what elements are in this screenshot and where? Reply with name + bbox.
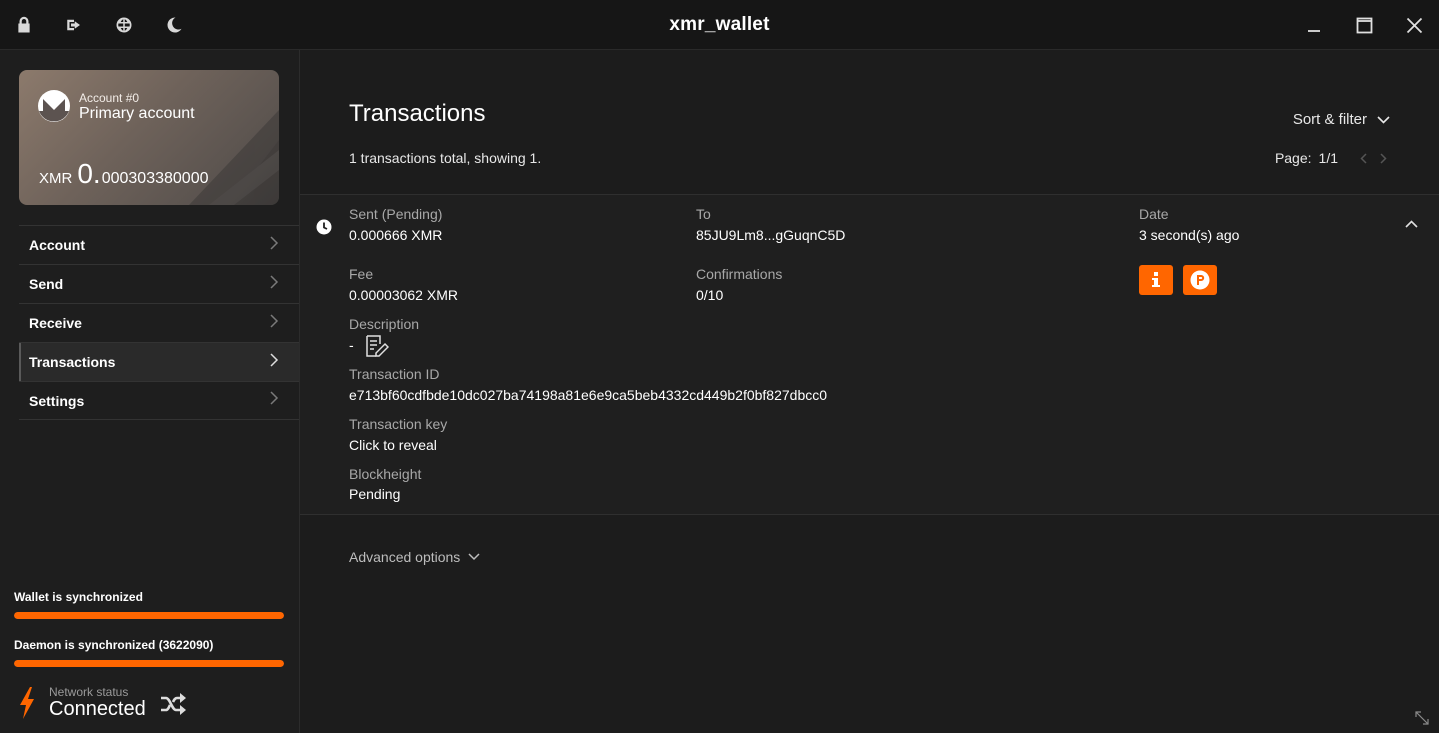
minimize-icon [1308,30,1320,32]
tx-blockheight-value: Pending [349,486,401,502]
chevron-right-icon [269,391,279,410]
balance-unit: XMR [39,170,73,187]
info-icon [1152,272,1160,287]
sidebar-item-send[interactable]: Send [19,264,299,303]
resize-grip-icon[interactable] [1415,711,1429,725]
chevron-down-icon [468,553,480,561]
shuffle-icon[interactable] [160,693,186,715]
daemon-sync-fill [14,660,284,667]
account-card[interactable]: Account #0 Primary account XMR 0. 000303… [19,70,279,205]
chevron-right-icon [269,313,279,333]
wallet-sync-progress [14,612,284,619]
maximize-button[interactable] [1351,12,1377,38]
close-button[interactable] [1401,12,1427,38]
tx-confirmations-value: 0/10 [696,287,724,303]
account-number: Account #0 [79,91,140,105]
tx-date-value: 3 second(s) ago [1139,227,1240,243]
tx-id-value[interactable]: e713bf60cdfbde10dc027ba74198a81e6e9ca5be… [349,387,827,403]
pagination: Page: 1/1 [1275,150,1390,166]
chevron-up-icon [1405,220,1418,228]
main-content: Transactions Sort & filter 1 transaction… [300,50,1439,733]
sidebar-menu: Account Send Receive Transactions Settin… [19,225,299,420]
collapse-button[interactable] [1405,215,1421,228]
sidebar-item-label: Transactions [29,354,116,370]
daemon-sync-label: Daemon is synchronized (3622090) [14,638,214,652]
chevron-right-icon [1379,152,1387,164]
sidebar-item-label: Settings [29,392,85,409]
sidebar-item-receive[interactable]: Receive [19,303,299,342]
network-status-label: Network status [49,685,129,699]
page-value: 1/1 [1318,150,1338,166]
close-icon [1406,17,1422,33]
sidebar-item-label: Receive [29,315,82,331]
prev-page-button[interactable] [1356,151,1370,165]
balance-decimals: 000303380000 [101,170,209,187]
wallet-sync-fill [14,612,284,619]
tx-blockheight-label: Blockheight [349,466,422,482]
daemon-sync-progress [14,660,284,667]
sidebar: Account #0 Primary account XMR 0. 000303… [0,50,300,733]
lightning-icon [20,687,34,719]
transaction-row[interactable]: Sent (Pending) 0.000666 XMR To 85JU9Lm8.… [300,194,1439,515]
wallet-sync-label: Wallet is synchronized [14,590,143,604]
tx-proof-button[interactable] [1183,265,1217,295]
sort-filter-button[interactable]: Sort & filter [1293,111,1390,128]
tx-to-label: To [696,206,711,222]
tx-key-label: Transaction key [349,416,448,432]
account-balance: XMR 0. 000303380000 [39,158,208,190]
tx-fee-value: 0.00003062 XMR [349,287,458,303]
tx-description-value: - [349,337,354,353]
clock-icon [316,219,332,235]
chevron-down-icon [1377,115,1390,124]
advanced-options-toggle[interactable]: Advanced options [349,549,480,565]
monero-logo-icon [38,90,70,122]
sort-filter-label: Sort & filter [1292,111,1367,128]
tx-key-reveal[interactable]: Click to reveal [349,437,437,453]
tx-date-label: Date [1139,206,1169,222]
advanced-options-label: Advanced options [349,549,461,565]
page-title: Transactions [349,100,486,127]
chevron-right-icon [269,274,279,294]
tx-confirmations-label: Confirmations [696,266,783,282]
page-label: Page: [1274,150,1312,166]
app-title: xmr_wallet [669,14,770,35]
tx-details-button[interactable] [1139,265,1173,295]
proof-p-icon [1190,270,1210,290]
minimize-button[interactable] [1301,12,1327,38]
tx-id-label: Transaction ID [349,366,440,382]
network-status-value: Connected [49,698,146,720]
sidebar-item-label: Send [29,276,64,292]
tx-type-label: Sent (Pending) [349,206,443,222]
sidebar-item-settings[interactable]: Settings [19,381,299,420]
maximize-icon [1356,17,1372,33]
tx-description-label: Description [349,316,420,332]
account-name: Primary account [79,105,195,122]
tx-amount: 0.000666 XMR [349,227,443,243]
balance-integer: 0. [77,158,101,189]
tx-to-address[interactable]: 85JU9Lm8...gGuqnC5D [696,227,845,243]
next-page-button[interactable] [1376,151,1390,165]
sidebar-item-account[interactable]: Account [19,225,299,264]
sidebar-item-transactions[interactable]: Transactions [19,342,299,381]
transaction-count: 1 transactions total, showing 1. [349,150,542,166]
chevron-right-icon [269,235,279,255]
chevron-right-icon [269,352,279,372]
chevron-left-icon [1359,152,1367,164]
edit-description-icon[interactable] [365,335,389,357]
tx-fee-label: Fee [349,266,374,282]
title-bar: xmr_wallet [0,0,1439,50]
sidebar-item-label: Account [29,237,85,253]
